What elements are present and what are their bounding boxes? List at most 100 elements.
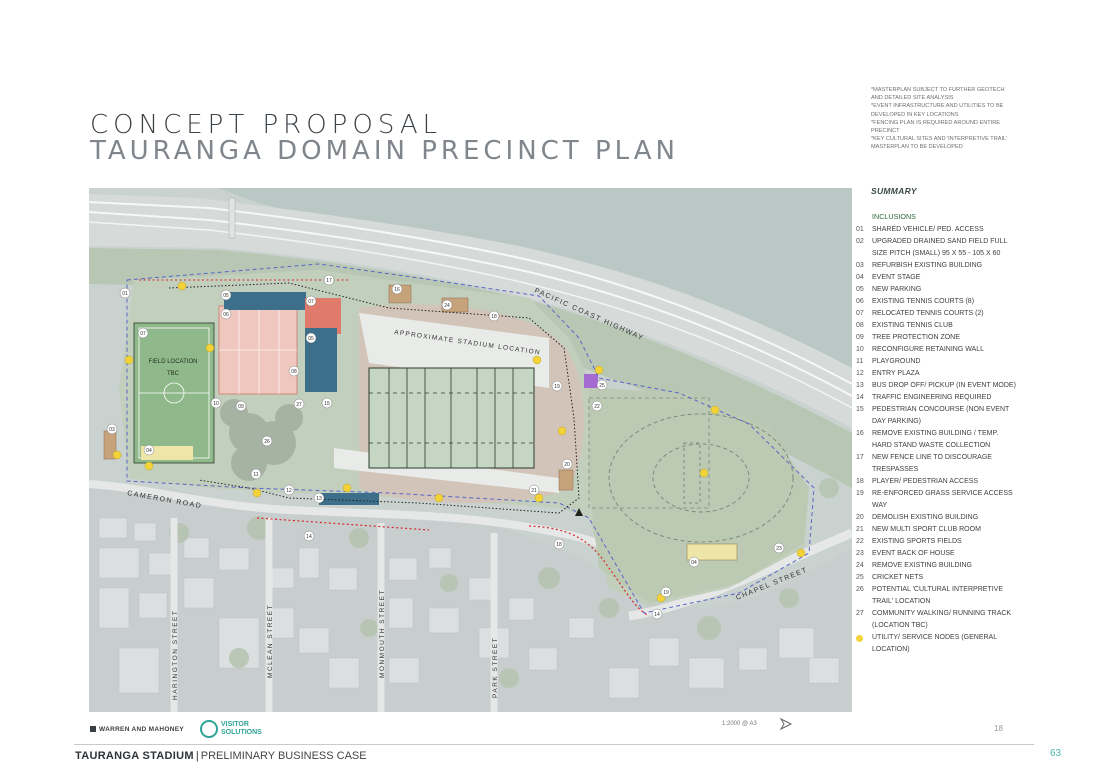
label-monmouth-street: MONMOUTH STREET: [379, 589, 386, 678]
summary-item-number: 25: [856, 574, 864, 581]
summary-item-number: 17: [856, 454, 864, 461]
summary-item-number: 23: [856, 550, 864, 557]
svg-text:09: 09: [238, 404, 244, 410]
svg-text:04: 04: [146, 448, 152, 454]
summary-item: 19 RE-ENFORCED GRASS SERVICE ACCESS WAY: [856, 488, 1016, 512]
svg-text:03: 03: [109, 427, 115, 433]
svg-text:14: 14: [306, 534, 312, 540]
summary-item: 17 NEW FENCE LINE TO DISCOURAGE TRESPASSE…: [856, 452, 1016, 476]
summary-item-text: EXISTING TENNIS COURTS (8): [872, 298, 975, 305]
footer-project: TAURANGA STADIUM: [75, 750, 194, 762]
circle-logo-icon: [200, 720, 218, 738]
svg-text:25: 25: [599, 383, 605, 389]
summary-item: 22 EXISTING SPORTS FIELDS: [856, 536, 1016, 548]
svg-text:18: 18: [491, 314, 497, 320]
svg-text:05: 05: [308, 336, 314, 342]
svg-text:12: 12: [286, 488, 292, 494]
summary-item-number: 24: [856, 562, 864, 569]
summary-item-number: 05: [856, 286, 864, 293]
summary-item-number: 08: [856, 322, 864, 329]
summary-item-text: REMOVE EXISTING BUILDING / TEMP. HARD ST…: [872, 430, 999, 449]
summary-item-text: EVENT STAGE: [872, 274, 921, 281]
summary-item: 16 REMOVE EXISTING BUILDING / TEMP. HARD …: [856, 428, 1016, 452]
site-plan-map: 01 07 05 06 07 05 08 09 10 26 11 12 13 14 27 15 17 16…: [89, 188, 852, 712]
summary-item: 24 REMOVE EXISTING BUILDING: [856, 560, 1016, 572]
summary-item-number: 22: [856, 538, 864, 545]
summary-item-number: 01: [856, 226, 864, 233]
inner-page-number: 18: [994, 724, 1003, 733]
summary-item-number: 11: [856, 358, 864, 365]
summary-item-number: 02: [856, 238, 864, 245]
svg-text:23: 23: [776, 546, 782, 552]
summary-item-number: 19: [856, 490, 864, 497]
summary-item-text: NEW PARKING: [872, 286, 922, 293]
summary-item-text: COMMUNITY WALKING/ RUNNING TRACK (LOCATI…: [872, 610, 1012, 629]
svg-text:08: 08: [291, 369, 297, 375]
warren-mahoney-logo: WARREN AND MAHONEY: [90, 726, 184, 733]
square-icon: [90, 726, 96, 732]
summary-list: 01 SHARED VEHICLE/ PED. ACCESS 02 UPGRADED…: [856, 224, 1016, 656]
inclusions-label: INCLUSIONS: [872, 212, 916, 221]
summary-item: 23 EVENT BACK OF HOUSE: [856, 548, 1016, 560]
svg-text:22: 22: [594, 404, 600, 410]
summary-item: 07 RELOCATED TENNIS COURTS (2): [856, 308, 1016, 320]
summary-item-text: PLAYER/ PEDESTRIAN ACCESS: [872, 478, 979, 485]
summary-item-number: 10: [856, 346, 864, 353]
svg-text:21: 21: [531, 488, 537, 494]
footer-separator: |: [195, 750, 199, 762]
utility-node-dot-icon: [856, 635, 863, 642]
summary-item-text: UPGRADED DRAINED SAND FIELD FULL SIZE PI…: [872, 238, 1008, 257]
note-2: *EVENT INFRASTRUCTURE AND UTILITIES TO B…: [871, 103, 1004, 118]
summary-item: 13 BUS DROP OFF/ PICKUP (IN EVENT MODE): [856, 380, 1016, 392]
summary-item-text: EVENT BACK OF HOUSE: [872, 550, 955, 557]
summary-item-text: NEW MULTI SPORT CLUB ROOM: [872, 526, 981, 533]
summary-item: 11 PLAYGROUND: [856, 356, 1016, 368]
summary-item-number: 16: [856, 430, 864, 437]
summary-item: 20 DEMOLISH EXISTING BUILDING: [856, 512, 1016, 524]
summary-item-text: TRAFFIC ENGINEERING REQUIRED: [872, 394, 992, 401]
svg-text:10: 10: [213, 401, 219, 407]
summary-item: 14 TRAFFIC ENGINEERING REQUIRED: [856, 392, 1016, 404]
summary-item-number: 13: [856, 382, 864, 389]
summary-item-number: 15: [856, 406, 864, 413]
svg-text:01: 01: [122, 291, 128, 297]
summary-item-text: TREE PROTECTION ZONE: [872, 334, 960, 341]
warren-mahoney-text: WARREN AND MAHONEY: [99, 726, 184, 733]
note-1: *MASTERPLAN SUBJECT TO FURTHER GEOTECH A…: [871, 87, 1005, 102]
summary-item-text: ENTRY PLAZA: [872, 370, 920, 377]
visitor-text: VISITOR: [221, 721, 249, 728]
svg-text:11: 11: [253, 472, 258, 478]
summary-item-number: 03: [856, 262, 864, 269]
footer-subtitle: PRELIMINARY BUSINESS CASE: [200, 750, 367, 762]
summary-item: 09 TREE PROTECTION ZONE: [856, 332, 1016, 344]
svg-text:27: 27: [296, 402, 302, 408]
svg-text:26: 26: [264, 439, 270, 445]
svg-text:18: 18: [556, 542, 562, 548]
site-plan-drawing: 01 07 05 06 07 05 08 09 10 26 11 12 13 14 27 15 17 16…: [89, 188, 852, 712]
svg-text:13: 13: [316, 496, 322, 502]
svg-text:16: 16: [394, 287, 400, 293]
page-footer: TAURANGA STADIUM | PRELIMINARY BUSINESS CA…: [75, 750, 367, 762]
summary-item-text: PLAYGROUND: [872, 358, 921, 365]
summary-item-number: 27: [856, 610, 864, 617]
summary-item-number: 20: [856, 514, 864, 521]
svg-text:07: 07: [308, 299, 314, 305]
summary-item-text: NEW FENCE LINE TO DISCOURAGE TRESPASSES: [872, 454, 992, 473]
summary-item-text: SHARED VEHICLE/ PED. ACCESS: [872, 226, 984, 233]
map-scale: 1:2000 @ A3: [722, 721, 757, 727]
solutions-text: SOLUTIONS: [221, 729, 262, 736]
summary-item: 18 PLAYER/ PEDESTRIAN ACCESS: [856, 476, 1016, 488]
north-arrow-icon: [779, 717, 793, 736]
summary-item-text: REFURBISH EXISTING BUILDING: [872, 262, 983, 269]
summary-item: 02 UPGRADED DRAINED SAND FIELD FULL SIZE …: [856, 236, 1016, 260]
summary-item-text: RECONFIGURE RETAINING WALL: [872, 346, 985, 353]
summary-item-number: 06: [856, 298, 864, 305]
label-field-location: FIELD LOCATION: [149, 359, 198, 365]
summary-item: 10 RECONFIGURE RETAINING WALL: [856, 344, 1016, 356]
svg-text:07: 07: [140, 331, 146, 337]
svg-text:19: 19: [663, 590, 669, 596]
summary-item: 04 EVENT STAGE: [856, 272, 1016, 284]
summary-item-text: EXISTING SPORTS FIELDS: [872, 538, 962, 545]
summary-item: 27 COMMUNITY WALKING/ RUNNING TRACK (LOCA…: [856, 608, 1016, 632]
svg-text:04: 04: [691, 560, 697, 566]
